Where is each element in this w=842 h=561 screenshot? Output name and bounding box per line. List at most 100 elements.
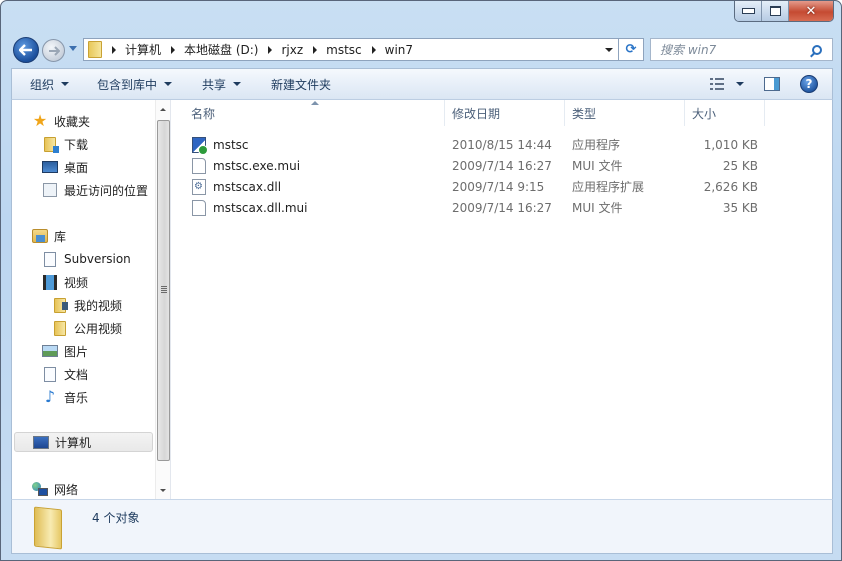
include-in-library-button[interactable]: 包含到库中 [97, 76, 173, 93]
recent-places-icon [42, 182, 58, 198]
breadcrumb-separator-icon[interactable] [171, 45, 176, 54]
search-box[interactable]: 搜索 win7 [650, 38, 833, 61]
breadcrumb-label[interactable]: 本地磁盘 (D:) [184, 41, 258, 58]
folder-icon [52, 320, 68, 336]
breadcrumb-label[interactable]: win7 [385, 43, 413, 57]
file-modified: 2009/7/14 16:27 [452, 158, 552, 173]
sidebar-item-subversion[interactable]: Subversion [42, 249, 131, 269]
back-arrow-icon [19, 44, 32, 56]
sidebar-item-music[interactable]: ♪ 音乐 [42, 387, 88, 407]
navigation-scrollbar[interactable] [155, 100, 171, 499]
forward-button[interactable] [42, 39, 65, 62]
breadcrumb-label[interactable]: 计算机 [125, 41, 161, 58]
breadcrumb-rjxz[interactable]: rjxz [281, 43, 326, 57]
search-icon[interactable] [812, 44, 822, 55]
dll-icon [192, 178, 206, 195]
sidebar-item-computer[interactable]: 计算机 [14, 432, 153, 452]
file-name: mstsc.exe.mui [213, 158, 301, 173]
column-header-label: 修改日期 [452, 107, 501, 121]
file-icon [192, 157, 206, 174]
organize-button[interactable]: 组织 [30, 76, 70, 93]
new-folder-button[interactable]: 新建文件夹 [271, 76, 331, 93]
scrollbar-thumb[interactable] [157, 120, 170, 461]
file-list: 名称 修改日期 类型 大小 mstsc 2010/8/15 14:44 应用程序… [172, 100, 832, 499]
breadcrumb-computer[interactable]: 计算机 [125, 41, 184, 58]
breadcrumb-separator-icon[interactable] [371, 45, 376, 54]
view-options-icon[interactable] [710, 78, 724, 90]
address-dropdown-icon[interactable] [605, 48, 613, 52]
breadcrumb-local-disk[interactable]: 本地磁盘 (D:) [184, 41, 281, 58]
sidebar-item-label: 视频 [64, 275, 89, 290]
sidebar-item-label: 下载 [64, 137, 89, 152]
sidebar-item-recent-places[interactable]: 最近访问的位置 [42, 180, 148, 200]
breadcrumb-root[interactable] [102, 45, 125, 54]
share-label: 共享 [202, 77, 227, 92]
preview-pane-icon[interactable] [764, 77, 780, 91]
breadcrumb-label[interactable]: rjxz [281, 43, 303, 57]
column-header-label: 名称 [191, 107, 216, 121]
sidebar-item-label: 收藏夹 [54, 114, 91, 129]
sidebar-item-downloads[interactable]: 下载 [42, 134, 88, 154]
back-button[interactable] [13, 37, 39, 63]
column-header-type[interactable]: 类型 [565, 100, 685, 126]
column-header-date-modified[interactable]: 修改日期 [445, 100, 565, 126]
sidebar-item-label: 我的视频 [74, 298, 123, 313]
refresh-button[interactable]: ⟳ [619, 38, 644, 61]
file-name: mstscax.dll.mui [213, 200, 308, 215]
chevron-down-icon [61, 82, 70, 86]
organize-label: 组织 [30, 77, 55, 92]
details-pane: 4 个对象 [11, 499, 833, 554]
file-type: MUI 文件 [572, 159, 623, 173]
address-bar[interactable]: 计算机 本地磁盘 (D:) rjxz mstsc win7 [83, 38, 619, 61]
navigation-pane: ★ 收藏夹 下载 桌面 最近访问的位置 库 Subversion 视频 我的视频 … [12, 100, 155, 499]
grip-icon [161, 286, 167, 294]
close-button[interactable]: ✕ [789, 1, 833, 21]
file-size: 1,010 KB [703, 137, 758, 152]
sidebar-item-documents[interactable]: 文档 [42, 364, 88, 384]
maximize-button[interactable] [762, 1, 789, 21]
file-icon [192, 199, 206, 216]
share-button[interactable]: 共享 [202, 76, 242, 93]
view-options-dropdown-icon[interactable] [736, 82, 744, 86]
search-input[interactable]: 搜索 win7 [660, 41, 812, 58]
toolbar-right: ? [710, 75, 818, 93]
breadcrumb-label[interactable]: mstsc [326, 43, 362, 57]
breadcrumb-separator-icon[interactable] [268, 45, 273, 54]
command-bar: 组织 包含到库中 共享 新建文件夹 ? [11, 68, 833, 100]
refresh-icon: ⟳ [625, 42, 637, 57]
downloads-folder-icon [42, 136, 59, 153]
column-header-size[interactable]: 大小 [685, 100, 765, 126]
breadcrumb-separator-icon[interactable] [313, 45, 318, 54]
sidebar-item-label: 文档 [64, 367, 89, 382]
minimize-button[interactable] [735, 1, 762, 21]
scroll-down-icon[interactable] [160, 489, 166, 492]
file-row[interactable]: mstscax.dll.mui 2009/7/14 16:27 MUI 文件 3… [172, 197, 772, 218]
file-row[interactable]: mstsc.exe.mui 2009/7/14 16:27 MUI 文件 25 … [172, 155, 772, 176]
sidebar-item-public-videos[interactable]: 公用视频 [52, 318, 122, 338]
file-row[interactable]: mstscax.dll 2009/7/14 9:15 应用程序扩展 2,626 … [172, 176, 772, 197]
video-library-icon [42, 274, 58, 290]
sidebar-item-label: 桌面 [64, 160, 89, 175]
help-icon[interactable]: ? [800, 75, 818, 93]
sidebar-item-pictures[interactable]: 图片 [42, 341, 88, 361]
sidebar-item-libraries[interactable]: 库 [32, 226, 66, 246]
file-type: 应用程序扩展 [572, 180, 645, 194]
sidebar-item-network[interactable]: 网络 [32, 479, 78, 499]
sidebar-item-label: Subversion [64, 252, 131, 266]
file-row[interactable]: mstsc 2010/8/15 14:44 应用程序 1,010 KB [172, 134, 772, 155]
sidebar-item-videos[interactable]: 视频 [42, 272, 88, 292]
breadcrumb-mstsc[interactable]: mstsc [326, 43, 385, 57]
sidebar-item-my-videos[interactable]: 我的视频 [52, 295, 122, 315]
sidebar-item-desktop[interactable]: 桌面 [42, 157, 88, 177]
column-headers: 名称 修改日期 类型 大小 [172, 100, 772, 126]
breadcrumb-win7[interactable]: win7 [385, 43, 413, 57]
breadcrumb-separator-icon[interactable] [112, 45, 116, 54]
sidebar-item-label: 图片 [64, 344, 89, 359]
recent-pages-dropdown[interactable] [69, 46, 77, 51]
column-header-name[interactable]: 名称 [172, 100, 445, 126]
explorer-window: ✕ 计算机 本地磁盘 (D:) rjxz mstsc win7 ⟳ 搜索 win… [0, 0, 842, 561]
sidebar-item-favorites[interactable]: ★ 收藏夹 [32, 111, 90, 131]
scroll-up-icon[interactable] [160, 108, 166, 111]
include-in-library-label: 包含到库中 [97, 77, 158, 92]
sidebar-item-label: 网络 [54, 482, 79, 497]
